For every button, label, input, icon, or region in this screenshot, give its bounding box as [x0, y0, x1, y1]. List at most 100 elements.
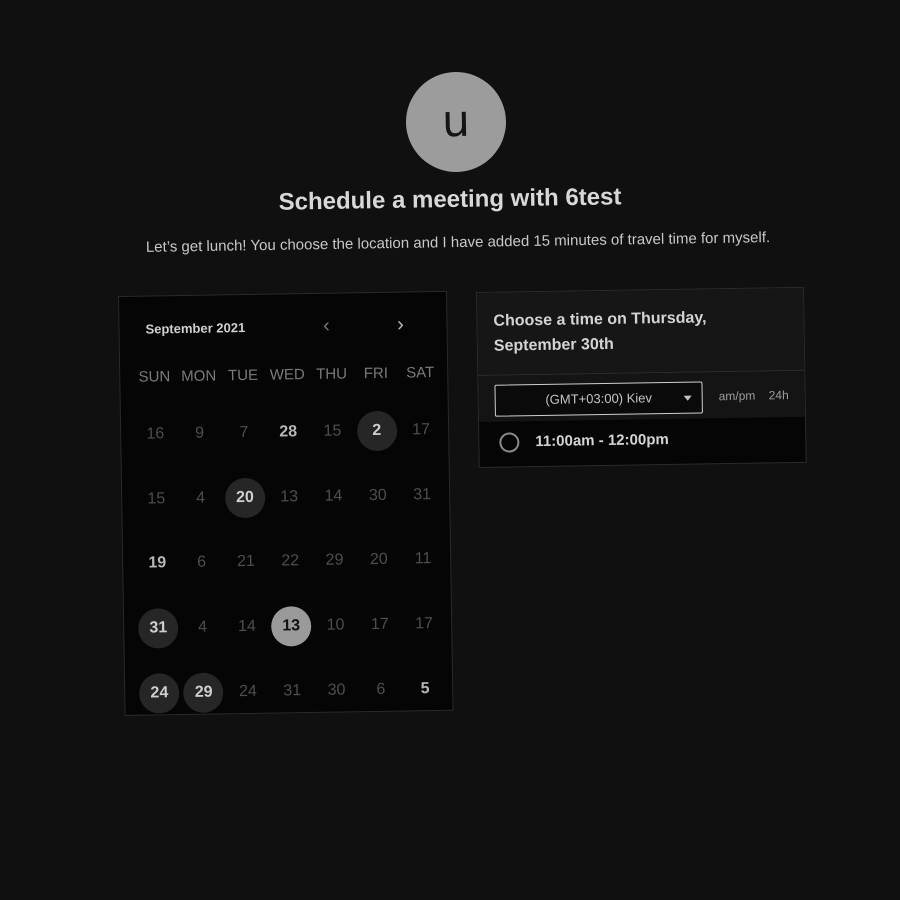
calendar-day: 19 [135, 531, 180, 596]
format-12h-toggle[interactable]: am/pm [719, 389, 756, 404]
weekday-label: WED [269, 366, 305, 384]
calendar-day-number: 17 [412, 421, 431, 439]
calendar-day-number: 13 [280, 488, 299, 506]
weekday-label: SUN [138, 368, 171, 386]
weekday-label: MON [181, 367, 217, 386]
timezone-row: (GMT+03:00) Kiev am/pm 24h [478, 370, 806, 422]
calendar-day-number: 4 [196, 489, 206, 507]
calendar-day-number: 21 [236, 553, 255, 571]
calendar-day: 30 [355, 463, 400, 528]
calendar-day: 15 [310, 399, 355, 464]
calendar-day: 29 [312, 528, 357, 593]
calendar-day: 4 [178, 466, 223, 531]
calendar-header: September 2021 ‹ › [145, 314, 425, 340]
calendar-grid: 16 9 7 28 15 2 17 15 4 20 13 14 30 31 19 6 21 22 29 20 11 31 4… [133, 398, 448, 726]
calendar-day[interactable]: 20 [222, 465, 267, 530]
calendar-day-number: 2 [356, 410, 398, 452]
calendar-day: 31 [270, 658, 315, 723]
month-label: September 2021 [145, 320, 246, 337]
calendar-day: 6 [358, 657, 403, 722]
calendar-day: 7 [221, 401, 266, 466]
calendar-day-number: 20 [224, 477, 266, 519]
scheduling-page: u Schedule a meeting with 6test Let’s ge… [0, 0, 900, 900]
calendar-day: 15 [134, 467, 179, 532]
calendar-day-number: 7 [239, 424, 249, 442]
calendar-day: 10 [313, 593, 358, 658]
calendar-day-number: 15 [147, 490, 166, 508]
page-title: Schedule a meeting with 6test [278, 183, 622, 216]
calendar-day-number: 16 [146, 425, 165, 443]
calendar-day-number: 4 [198, 618, 208, 636]
time-picker-panel: Choose a time on Thursday, September 30t… [476, 286, 807, 468]
time-slot[interactable]: 11:00am - 12:00pm [479, 418, 806, 467]
calendar-day: 30 [314, 658, 359, 723]
chevron-left-icon[interactable]: ‹ [315, 315, 337, 338]
calendar-day[interactable]: 2 [354, 399, 399, 464]
calendar-day: 6 [179, 531, 224, 596]
calendar-day-number: 24 [238, 682, 257, 700]
calendar-day-number: 15 [323, 422, 342, 441]
calendar-day: 16 [133, 402, 178, 467]
time-panel-title: Choose a time on Thursday, September 30t… [493, 309, 707, 355]
calendar-day-number: 6 [376, 680, 386, 698]
calendar-day: 14 [224, 594, 269, 659]
weekday-label: FRI [363, 364, 389, 383]
calendar-day: 17 [357, 592, 402, 657]
calendar-day-number: 13 [270, 606, 312, 647]
calendar-day-number: 31 [138, 608, 179, 649]
calendar-day: 9 [177, 401, 222, 466]
radio-icon[interactable] [499, 432, 520, 453]
calendar-day: 28 [266, 400, 311, 465]
calendar-day[interactable]: 24 [137, 660, 182, 725]
calendar-day-number: 17 [370, 615, 389, 634]
calendar-day-number: 6 [197, 554, 207, 572]
calendar-day-number: 17 [415, 615, 434, 633]
weekday-label: THU [316, 365, 348, 383]
avatar: u [405, 71, 507, 173]
time-panel-header: Choose a time on Thursday, September 30t… [477, 287, 805, 376]
format-24h-toggle[interactable]: 24h [769, 388, 789, 402]
calendar-day-number: 30 [327, 681, 346, 699]
calendar-day-number: 9 [195, 424, 205, 443]
calendar-day-number: 19 [148, 554, 167, 573]
weekday-label: TUE [227, 366, 259, 385]
calendar-day-number: 28 [279, 423, 298, 441]
calendar-day: 5 [402, 656, 447, 721]
calendar-day: 17 [401, 592, 446, 657]
timezone-value: (GMT+03:00) Kiev [545, 390, 653, 407]
calendar-day: 14 [311, 464, 356, 529]
calendar-day: 17 [398, 398, 443, 463]
calendar-day: 22 [268, 529, 313, 594]
page-description: Let’s get lunch! You choose the location… [145, 229, 771, 256]
chevron-right-icon[interactable]: › [389, 314, 411, 336]
calendar-day-number: 31 [413, 486, 432, 504]
weekday-label: SAT [406, 364, 435, 382]
calendar-day: 24 [225, 659, 270, 724]
calendar-day-number: 29 [325, 551, 344, 570]
calendar-day-number: 24 [139, 672, 180, 714]
weekday-header: SUN MON TUE WED THU FRI SAT [132, 364, 442, 386]
calendar-day-number: 11 [414, 550, 432, 568]
calendar-day: 11 [400, 527, 445, 592]
calendar-day[interactable]: 31 [136, 596, 181, 661]
calendar-day: 21 [223, 530, 268, 595]
calendar-day: 31 [399, 462, 444, 527]
calendar-day-number: 31 [283, 681, 302, 700]
time-slot-label: 11:00am - 12:00pm [535, 430, 669, 451]
calendar-day-number: 14 [237, 617, 256, 636]
caret-down-icon [683, 395, 692, 401]
calendar-day-number: 30 [368, 486, 387, 504]
calendar-day: 13 [267, 465, 312, 530]
calendar-day-number: 20 [369, 551, 388, 569]
calendar-day[interactable]: 29 [181, 660, 226, 725]
calendar-day-number: 5 [420, 679, 430, 697]
timezone-select[interactable]: (GMT+03:00) Kiev [494, 381, 703, 417]
calendar-day[interactable]: 13 [269, 594, 314, 659]
calendar-day-number: 10 [326, 616, 345, 634]
calendar-day: 20 [356, 528, 401, 593]
calendar-day-number: 14 [324, 487, 343, 505]
calendar-day-number: 22 [281, 552, 300, 570]
date-picker: September 2021 ‹ › SUN MON TUE WED THU FRI SAT… [118, 290, 454, 716]
calendar-day: 4 [180, 595, 225, 660]
calendar-day-number: 29 [183, 672, 224, 713]
